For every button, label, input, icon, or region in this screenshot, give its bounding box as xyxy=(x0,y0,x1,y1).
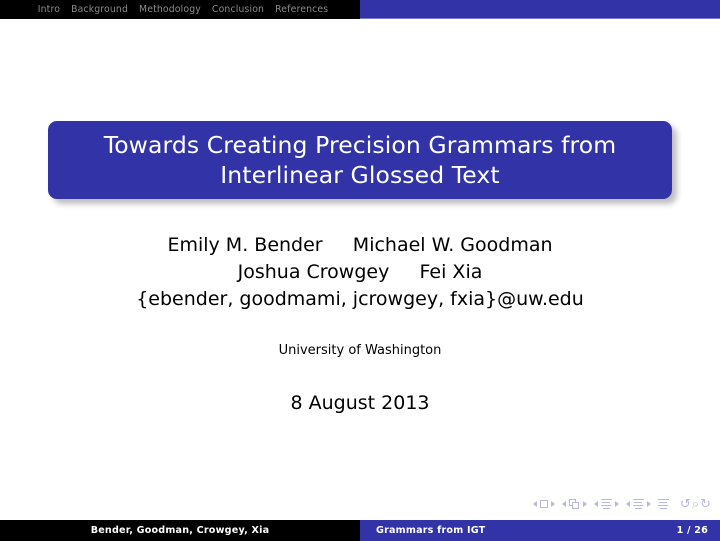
document-navigation-arrows[interactable]: ↺ ⌕ ↻ xyxy=(680,498,711,511)
previous-slide-icon[interactable] xyxy=(532,501,537,507)
author-line-2: Joshua Crowgey Fei Xia xyxy=(237,261,483,283)
subsection-navigation-group[interactable] xyxy=(593,498,619,510)
nav-item-references[interactable]: References xyxy=(275,0,328,19)
forward-arrow-icon[interactable]: ↻ xyxy=(700,498,711,511)
search-icon[interactable]: ⌕ xyxy=(692,498,699,511)
footline-title-section: Grammars from IGT 1 / 26 xyxy=(360,520,720,541)
previous-subsection-icon[interactable] xyxy=(593,501,598,507)
nav-item-methodology[interactable]: Methodology xyxy=(139,0,201,19)
section-navigation-left: Intro Background Methodology Conclusion … xyxy=(0,0,360,19)
back-arrow-icon[interactable]: ↺ xyxy=(680,498,691,511)
title-block: Towards Creating Precision Grammars from… xyxy=(48,121,677,204)
presentation-title-line-2: Interlinear Glossed Text xyxy=(220,161,500,189)
next-subsection-icon[interactable] xyxy=(614,501,619,507)
presentation-title-line-1: Towards Creating Precision Grammars from xyxy=(103,131,617,159)
author-emails: {ebender, goodmami, jcrowgey, fxia}@uw.e… xyxy=(136,288,584,310)
next-section-icon[interactable] xyxy=(646,501,651,507)
footline: Bender, Goodman, Crowgey, Xia Grammars f… xyxy=(0,520,720,541)
navigation-bar-underline xyxy=(360,18,720,19)
beamer-navigation-symbols: ↺ ⌕ ↻ xyxy=(532,494,711,514)
slide-icon[interactable] xyxy=(539,500,548,508)
title-box: Towards Creating Precision Grammars from… xyxy=(48,121,672,199)
previous-frame-icon[interactable] xyxy=(561,501,566,507)
footline-short-title: Grammars from IGT xyxy=(376,525,486,536)
next-frame-icon[interactable] xyxy=(582,501,587,507)
next-slide-icon[interactable] xyxy=(550,501,555,507)
nav-item-intro[interactable]: Intro xyxy=(38,0,60,19)
institute-name: University of Washington xyxy=(278,343,442,358)
author-line-1: Emily M. Bender Michael W. Goodman xyxy=(167,234,553,256)
section-navigation-bar: Intro Background Methodology Conclusion … xyxy=(0,0,720,19)
section-navigation-right xyxy=(360,0,720,19)
section-icon[interactable] xyxy=(632,498,644,510)
presentation-navigation-group[interactable] xyxy=(657,498,669,510)
section-navigation-group[interactable] xyxy=(625,498,651,510)
footline-author-section: Bender, Goodman, Crowgey, Xia xyxy=(0,520,360,541)
frame-icon[interactable] xyxy=(568,499,580,509)
previous-section-icon[interactable] xyxy=(625,501,630,507)
author-block: Emily M. Bender Michael W. Goodman Joshu… xyxy=(0,232,720,313)
frame-navigation-group[interactable] xyxy=(561,499,587,509)
slide-navigation-group[interactable] xyxy=(532,500,555,508)
subsection-icon[interactable] xyxy=(600,498,612,510)
nav-item-conclusion[interactable]: Conclusion xyxy=(212,0,264,19)
nav-item-background[interactable]: Background xyxy=(71,0,128,19)
presentation-date: 8 August 2013 xyxy=(290,392,430,414)
footline-page-number: 1 / 26 xyxy=(676,525,708,536)
footline-authors: Bender, Goodman, Crowgey, Xia xyxy=(90,525,270,536)
presentation-icon[interactable] xyxy=(657,498,669,510)
